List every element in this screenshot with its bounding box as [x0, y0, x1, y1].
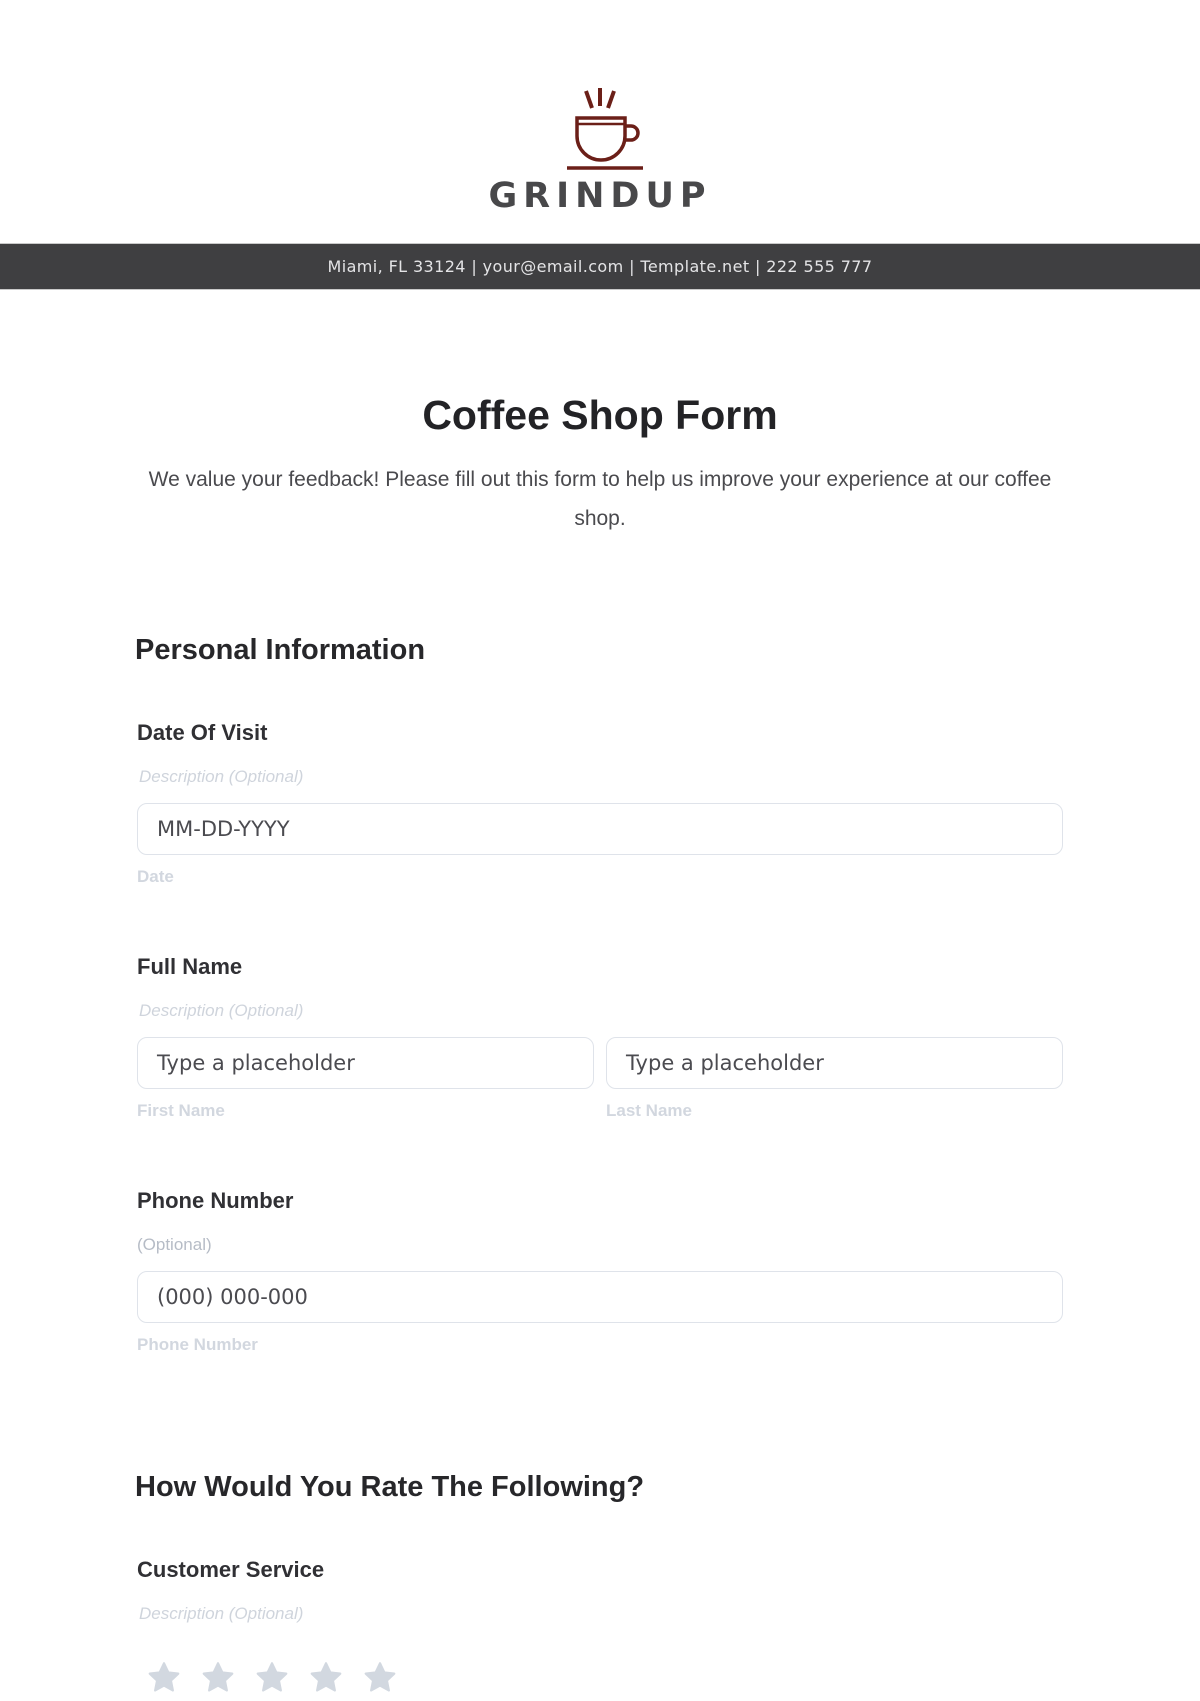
star-icon[interactable]	[362, 1660, 398, 1696]
date-placeholder: MM-DD-YYYY	[157, 817, 290, 841]
last-name-sub-label: Last Name	[606, 1101, 692, 1120]
first-name-placeholder: Type a placeholder	[157, 1051, 355, 1075]
customer-service-rating[interactable]	[146, 1660, 398, 1696]
coffee-cup-icon	[567, 88, 643, 170]
phone-placeholder: (000) 000-000	[157, 1285, 308, 1309]
field-description: Description (Optional)	[139, 767, 304, 786]
section-title-personal-information: Personal Information	[135, 634, 426, 666]
star-icon[interactable]	[200, 1660, 236, 1696]
field-label-full-name: Full Name	[137, 954, 243, 979]
last-name-input[interactable]: Type a placeholder	[606, 1037, 1063, 1089]
field-label-customer-service: Customer Service	[137, 1557, 325, 1582]
phone-number-input[interactable]: (000) 000-000	[137, 1271, 1063, 1323]
date-sub-label: Date	[137, 867, 174, 886]
star-icon[interactable]	[146, 1660, 182, 1696]
date-of-visit-input[interactable]: MM-DD-YYYY	[137, 803, 1063, 855]
star-icon[interactable]	[254, 1660, 290, 1696]
star-icon[interactable]	[308, 1660, 344, 1696]
field-optional-note: (Optional)	[137, 1235, 212, 1254]
field-label-date-of-visit: Date Of Visit	[137, 720, 268, 745]
last-name-placeholder: Type a placeholder	[626, 1051, 824, 1075]
field-description: Description (Optional)	[139, 1001, 304, 1020]
field-label-phone-number: Phone Number	[137, 1188, 294, 1213]
contact-info: Miami, FL 33124 | your@email.com | Templ…	[327, 257, 873, 276]
logo	[0, 86, 1200, 172]
section-title-ratings: How Would You Rate The Following?	[135, 1471, 645, 1503]
first-name-sub-label: First Name	[137, 1101, 225, 1120]
form-description: We value your feedback! Please fill out …	[148, 468, 1052, 530]
brand-name: GRINDUP	[488, 176, 712, 216]
field-description: Description (Optional)	[139, 1604, 304, 1623]
form-title: Coffee Shop Form	[422, 392, 778, 438]
first-name-input[interactable]: Type a placeholder	[137, 1037, 594, 1089]
contact-bar: Miami, FL 33124 | your@email.com | Templ…	[0, 243, 1200, 290]
phone-sub-label: Phone Number	[137, 1335, 258, 1354]
